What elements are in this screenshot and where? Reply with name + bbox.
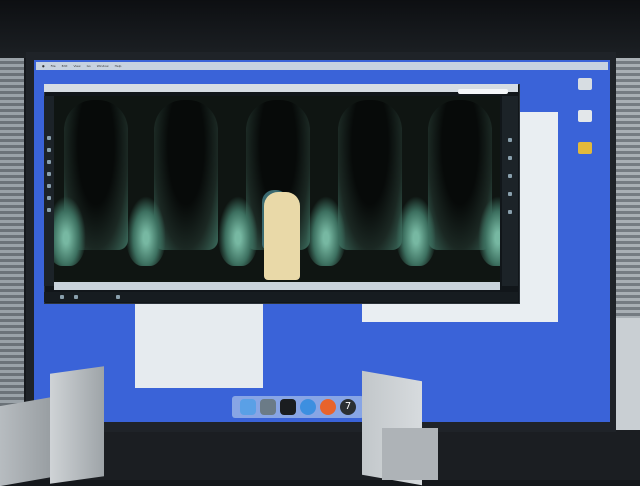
terminal-icon[interactable] — [280, 399, 296, 415]
safari-icon[interactable] — [300, 399, 316, 415]
imac-back — [382, 428, 438, 480]
app-icon[interactable] — [260, 399, 276, 415]
tool-palette — [44, 96, 54, 286]
menu-file[interactable]: File — [51, 62, 56, 70]
tool-icon[interactable] — [47, 196, 51, 200]
panel-icon[interactable] — [508, 192, 512, 196]
list-item[interactable] — [364, 305, 524, 310]
finder-icon[interactable] — [240, 399, 256, 415]
canvas-status-bar — [54, 282, 500, 290]
panel-icon[interactable] — [508, 138, 512, 142]
tool-icon[interactable] — [47, 208, 51, 212]
menu-view[interactable]: View — [73, 62, 80, 70]
flame-shape — [126, 196, 166, 266]
app-bottom-toolbar — [44, 292, 518, 302]
folder-icon[interactable] — [578, 142, 592, 154]
finder-window-bottom — [135, 302, 263, 388]
panel-icon[interactable] — [508, 174, 512, 178]
apple-menu-icon[interactable]: ● — [42, 62, 45, 70]
menu-window[interactable]: Window — [97, 62, 109, 70]
search-input[interactable] — [458, 89, 508, 94]
tool-icon[interactable] — [47, 172, 51, 176]
tool-icon[interactable] — [116, 295, 120, 299]
pillar-shape — [338, 100, 402, 250]
firefox-icon[interactable] — [320, 399, 336, 415]
menu-edit[interactable]: Edit — [62, 62, 68, 70]
window-blinds-left — [0, 58, 24, 430]
app-titlebar[interactable] — [44, 84, 518, 92]
app-7-icon[interactable]: 7 — [340, 399, 356, 415]
drive-icon[interactable] — [578, 110, 592, 122]
panel-icon[interactable] — [508, 210, 512, 214]
tool-icon[interactable] — [60, 295, 64, 299]
tool-icon[interactable] — [47, 184, 51, 188]
tool-icon[interactable] — [74, 295, 78, 299]
flame-shape — [306, 196, 346, 266]
tool-icon[interactable] — [47, 148, 51, 152]
tool-icon[interactable] — [47, 136, 51, 140]
tool-icon[interactable] — [47, 160, 51, 164]
menu-go[interactable]: Go — [87, 62, 91, 70]
flame-shape — [396, 196, 436, 266]
window-blinds-right — [616, 58, 640, 318]
panel-icon[interactable] — [508, 156, 512, 160]
flame-shape — [218, 196, 258, 266]
drive-icon[interactable] — [578, 78, 592, 90]
side-panel — [502, 96, 518, 286]
menu-help[interactable]: Help — [115, 62, 122, 70]
ceiling — [0, 0, 640, 58]
menubar: ● File Edit View Go Window Help — [36, 62, 608, 70]
dock: 7 — [232, 396, 364, 418]
figure-silhouette — [264, 192, 300, 280]
imac-back — [50, 366, 104, 484]
